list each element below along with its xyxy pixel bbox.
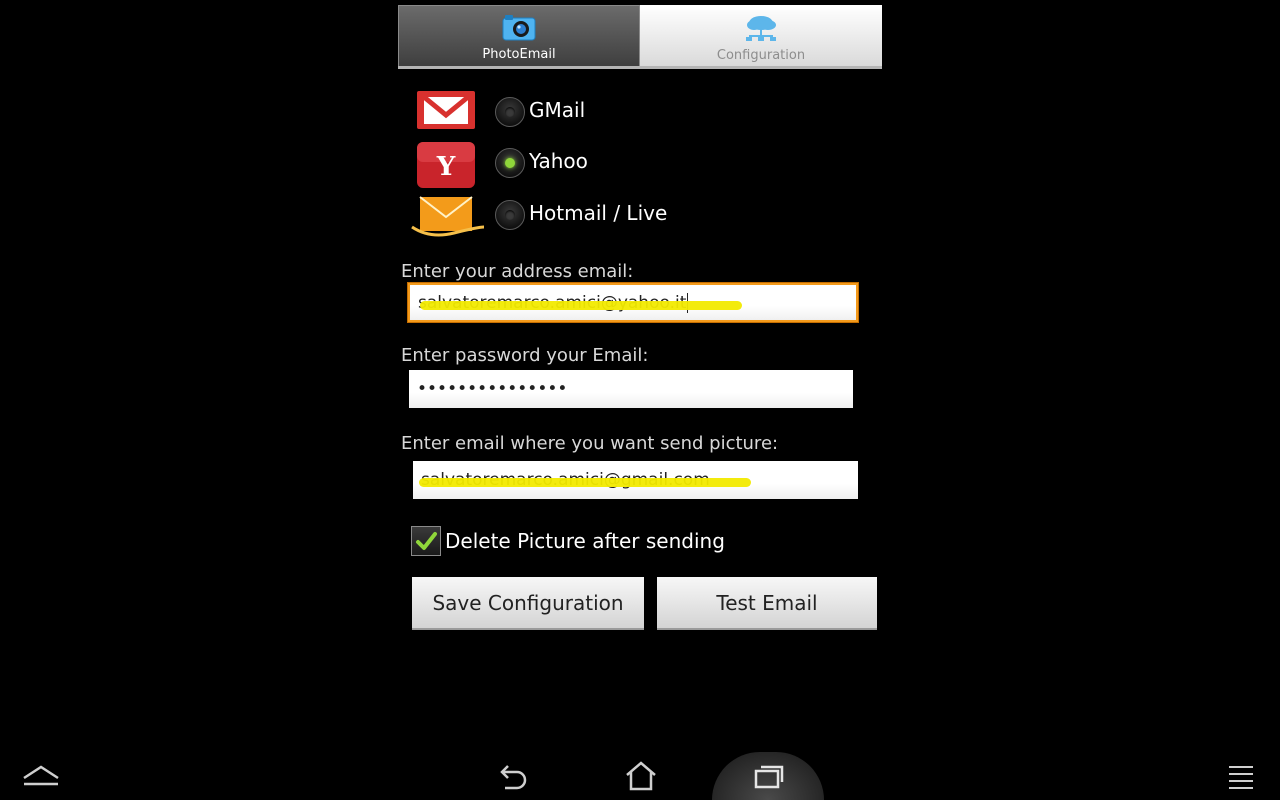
redaction-highlight	[419, 478, 751, 487]
password-label: Enter password your Email:	[401, 345, 649, 366]
provider-hotmail[interactable]: Hotmail / Live	[410, 190, 730, 240]
tab-configuration[interactable]: Configuration	[640, 5, 882, 68]
hotmail-icon	[410, 193, 486, 237]
radio-yahoo[interactable]	[495, 148, 525, 178]
redaction-highlight	[420, 301, 742, 310]
checkmark-icon	[416, 532, 437, 550]
provider-yahoo[interactable]: Y Yahoo	[410, 138, 730, 188]
tab-label: Configuration	[716, 48, 806, 63]
home-icon[interactable]	[624, 760, 658, 796]
provider-label: GMail	[529, 98, 586, 122]
save-configuration-button[interactable]: Save Configuration	[412, 577, 644, 630]
radio-gmail[interactable]	[495, 97, 525, 127]
email-input[interactable]: salvatoremarco.amici@yahoo.it	[408, 283, 858, 322]
tab-label: PhotoEmail	[482, 47, 556, 62]
dest-email-input[interactable]: salvatoremarco.amici@gmail.com	[413, 461, 858, 499]
back-icon[interactable]	[497, 762, 529, 796]
password-input[interactable]: •••••••••••••••	[409, 370, 853, 408]
menu-icon[interactable]	[1227, 764, 1255, 794]
gmail-icon	[416, 90, 476, 134]
delete-after-checkbox[interactable]	[411, 526, 441, 556]
cloud-network-icon	[743, 14, 779, 46]
yahoo-icon: Y	[416, 141, 476, 188]
email-label: Enter your address email:	[401, 261, 634, 282]
provider-label: Yahoo	[529, 149, 588, 173]
recent-apps-icon[interactable]	[752, 762, 786, 794]
camera-icon	[502, 15, 536, 45]
provider-label: Hotmail / Live	[529, 201, 668, 225]
dest-email-label: Enter email where you want send picture:	[401, 433, 779, 454]
provider-gmail[interactable]: GMail	[410, 87, 730, 137]
delete-after-label: Delete Picture after sending	[445, 529, 725, 553]
test-email-button[interactable]: Test Email	[657, 577, 877, 630]
radio-hotmail[interactable]	[495, 200, 525, 230]
tab-bar: PhotoEmail Configuration	[398, 5, 882, 68]
tab-photoemail[interactable]: PhotoEmail	[398, 5, 640, 68]
up-chevron-icon[interactable]	[22, 764, 60, 792]
password-value: •••••••••••••••	[417, 379, 568, 399]
tab-underline	[398, 66, 882, 69]
svg-text:Y: Y	[436, 152, 456, 182]
